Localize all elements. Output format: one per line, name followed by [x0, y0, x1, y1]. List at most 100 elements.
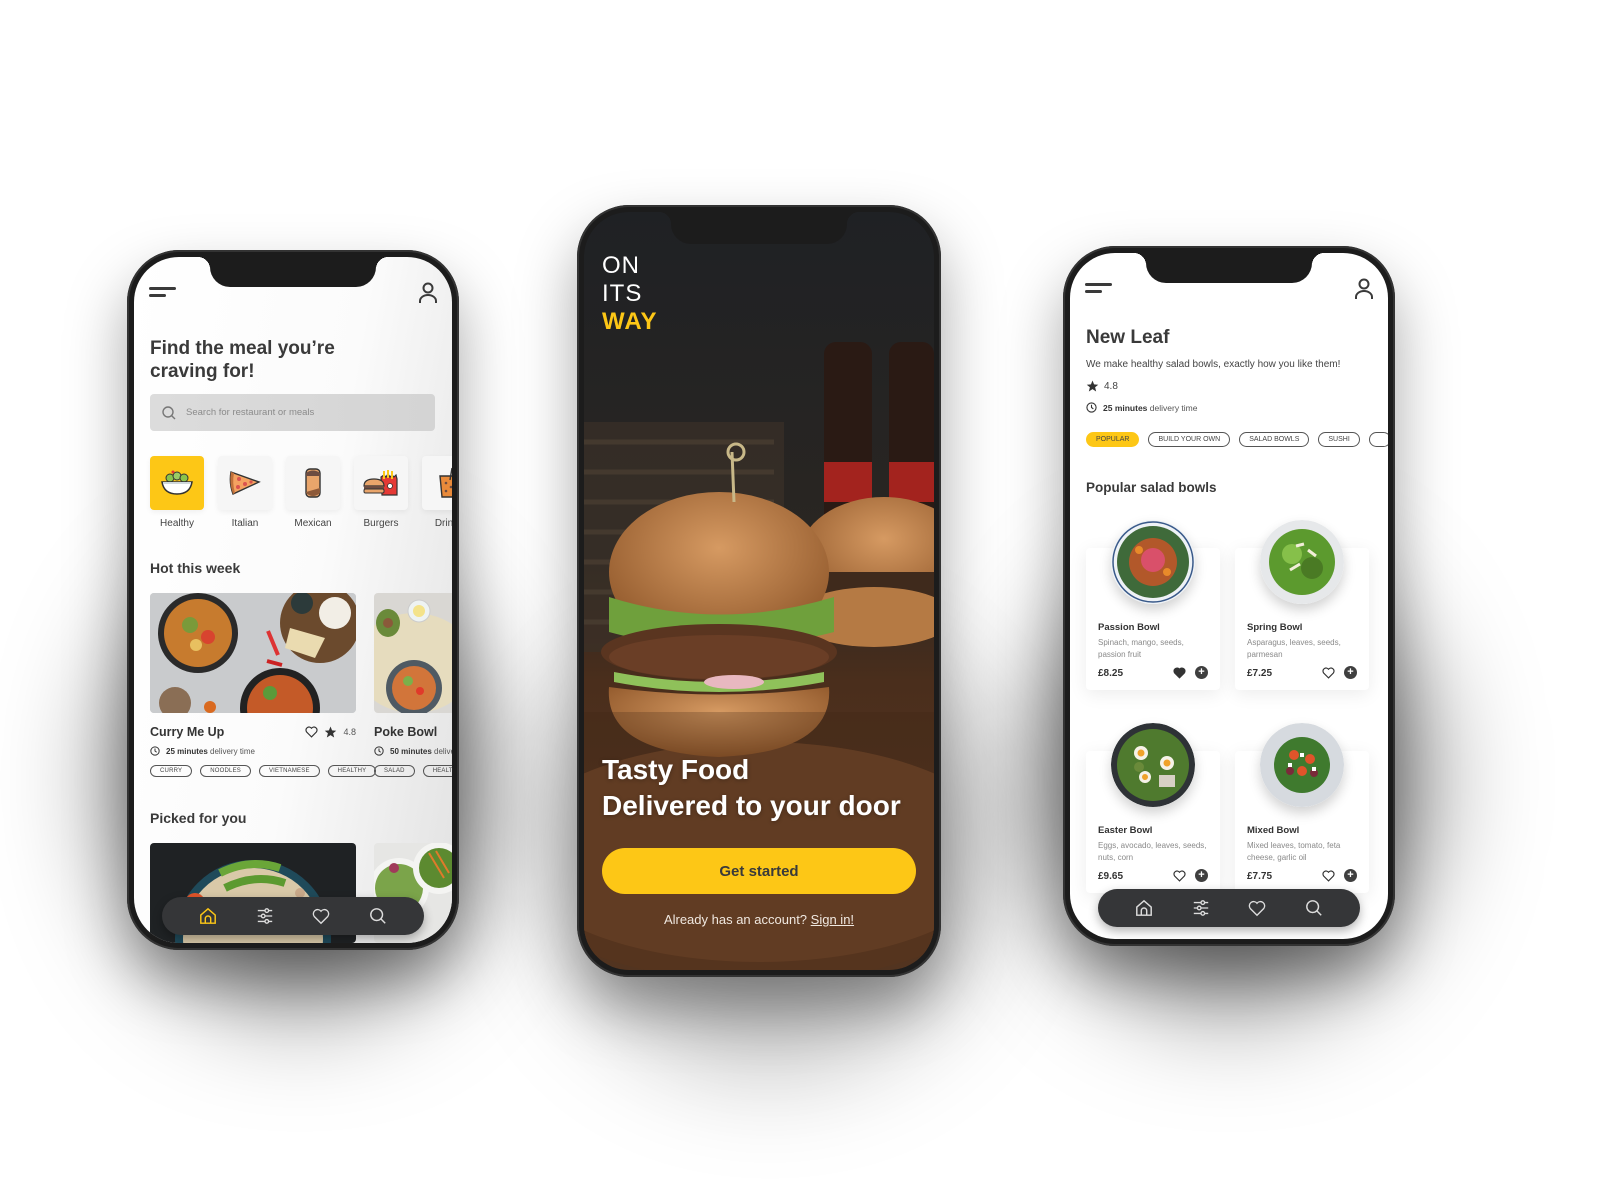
pizza-slice-icon — [229, 471, 261, 495]
tag[interactable]: SALAD — [374, 765, 415, 777]
category-healthy[interactable]: Healthy — [150, 456, 204, 529]
section-title-picked: Picked for you — [150, 810, 247, 826]
nav-home[interactable] — [1132, 896, 1156, 920]
bottom-nav — [1098, 889, 1360, 927]
phone-home: Find the meal you’re craving for! He — [127, 250, 459, 950]
heart-outline-icon[interactable] — [305, 726, 319, 738]
home-screen: Find the meal you’re craving for! He — [134, 257, 452, 943]
logo-line-accent: WAY — [602, 308, 658, 335]
delivery-time: 25 minutes — [1103, 402, 1148, 413]
category-burgers[interactable]: Burgers — [354, 456, 408, 529]
page-title: Find the meal you’re craving for! — [150, 338, 335, 382]
bowl-name: Easter Bowl — [1098, 825, 1153, 836]
bowl-name: Mixed Bowl — [1247, 825, 1300, 836]
menu-category-chips: POPULAR BUILD YOUR OWN SALAD BOWLS SUSHI — [1086, 432, 1388, 447]
profile-icon[interactable] — [1354, 277, 1374, 301]
category-tile — [218, 456, 272, 510]
nav-home[interactable] — [196, 904, 220, 928]
logo-line: ITS — [602, 280, 643, 307]
tag[interactable]: HEALTHY — [422, 765, 452, 777]
delivery-time: 50 minutes — [390, 746, 432, 756]
chip-salad-bowls[interactable]: SALAD BOWLS — [1239, 432, 1310, 447]
restaurant-card[interactable]: Poke Bowl 50 minutes delivery time SALAD… — [374, 593, 452, 777]
filters-icon — [1193, 900, 1208, 916]
bowl-card[interactable]: Mixed Bowl Mixed leaves, tomato, feta ch… — [1235, 723, 1369, 893]
heart-outline-icon — [1322, 869, 1335, 882]
chip-sushi[interactable]: SUSHI — [1318, 432, 1360, 447]
nav-search[interactable] — [1302, 896, 1326, 920]
restaurant-description: We make healthy salad bowls, exactly how… — [1086, 359, 1341, 370]
add-button[interactable]: + — [1195, 666, 1208, 679]
clock-icon — [374, 746, 384, 756]
search-icon — [369, 908, 386, 924]
rating-value: 4.8 — [1104, 380, 1118, 392]
heart-icon — [1248, 900, 1266, 916]
add-button[interactable]: + — [1344, 666, 1357, 679]
category-label: Mexican — [294, 518, 332, 529]
add-button[interactable]: + — [1344, 869, 1357, 882]
tag-list: SALAD HEALTHY — [374, 765, 452, 777]
restaurant-photo — [374, 593, 452, 713]
search-bar[interactable] — [150, 394, 435, 431]
bowl-description: Eggs, avocado, leaves, seeds, nuts, corn — [1098, 841, 1207, 862]
chip-more[interactable] — [1368, 432, 1388, 447]
tag[interactable]: NOODLES — [200, 765, 251, 777]
category-tile — [286, 456, 340, 510]
delivery-label: delivery time — [210, 746, 255, 756]
restaurant-card[interactable]: Curry Me Up 4.8 25 minutes delivery time… — [150, 593, 377, 777]
category-tile — [150, 456, 204, 510]
nav-filters[interactable] — [253, 904, 277, 928]
tag[interactable]: HEALTHY — [327, 765, 377, 777]
restaurant-delivery: 25 minutes delivery time — [1086, 402, 1198, 413]
hero-title: Tasty Food Delivered to your door — [602, 752, 901, 824]
bowl-price: £7.75 — [1247, 871, 1273, 882]
restaurant-photo — [150, 593, 356, 713]
delivery-label: delivery time — [434, 746, 452, 756]
section-title-hot: Hot this week — [150, 560, 241, 576]
bowl-card[interactable]: Passion Bowl Spinach, mango, seeds, pass… — [1086, 520, 1220, 690]
bowl-description: Mixed leaves, tomato, feta cheese, garli… — [1247, 841, 1341, 862]
menu-icon[interactable] — [149, 287, 177, 301]
app-logo: ON ITS WAY — [602, 252, 657, 336]
favorite-button[interactable] — [1322, 666, 1335, 679]
get-started-button[interactable]: Get started — [602, 848, 916, 894]
chip-popular[interactable]: POPULAR — [1086, 432, 1140, 447]
favorite-button[interactable] — [1173, 869, 1186, 882]
profile-icon[interactable] — [418, 281, 438, 305]
chip-build-your-own[interactable]: BUILD YOUR OWN — [1148, 432, 1231, 447]
menu-icon[interactable] — [1085, 283, 1113, 297]
search-icon — [1305, 900, 1322, 916]
bowl-photo — [1260, 723, 1344, 807]
search-input[interactable] — [186, 407, 406, 418]
section-title: Popular salad bowls — [1086, 480, 1217, 495]
category-mexican[interactable]: Mexican — [286, 456, 340, 529]
drink-icon — [439, 467, 452, 498]
favorite-button[interactable] — [1322, 869, 1335, 882]
signin-link[interactable]: Sign in! — [811, 912, 854, 927]
heart-outline-icon — [1322, 666, 1335, 679]
home-icon — [200, 907, 217, 924]
star-icon — [325, 726, 337, 738]
bowl-price: £7.25 — [1247, 668, 1273, 679]
restaurant-name: Poke Bowl — [374, 725, 438, 739]
category-drinks[interactable]: Drinks — [422, 456, 452, 529]
bowl-photo — [1260, 520, 1344, 604]
nav-favorites[interactable] — [309, 904, 333, 928]
bowl-card[interactable]: Easter Bowl Eggs, avocado, leaves, seeds… — [1086, 723, 1220, 893]
nav-search[interactable] — [366, 904, 390, 928]
restaurant-title: New Leaf — [1086, 327, 1170, 348]
category-label: Healthy — [160, 518, 194, 529]
bowl-card[interactable]: Spring Bowl Asparagus, leaves, seeds, pa… — [1235, 520, 1369, 690]
phone-welcome: ON ITS WAY Tasty Food Delivered to your … — [577, 205, 941, 977]
bowl-photo — [1111, 520, 1195, 604]
notch — [659, 212, 859, 244]
nav-filters[interactable] — [1189, 896, 1213, 920]
add-button[interactable]: + — [1195, 869, 1208, 882]
tag[interactable]: VIETNAMESE — [258, 765, 320, 777]
category-italian[interactable]: Italian — [218, 456, 272, 529]
rating-value: 4.8 — [343, 727, 356, 737]
favorite-button[interactable] — [1173, 666, 1186, 679]
welcome-screen: ON ITS WAY Tasty Food Delivered to your … — [584, 212, 934, 970]
tag[interactable]: CURRY — [150, 765, 193, 777]
nav-favorites[interactable] — [1245, 896, 1269, 920]
